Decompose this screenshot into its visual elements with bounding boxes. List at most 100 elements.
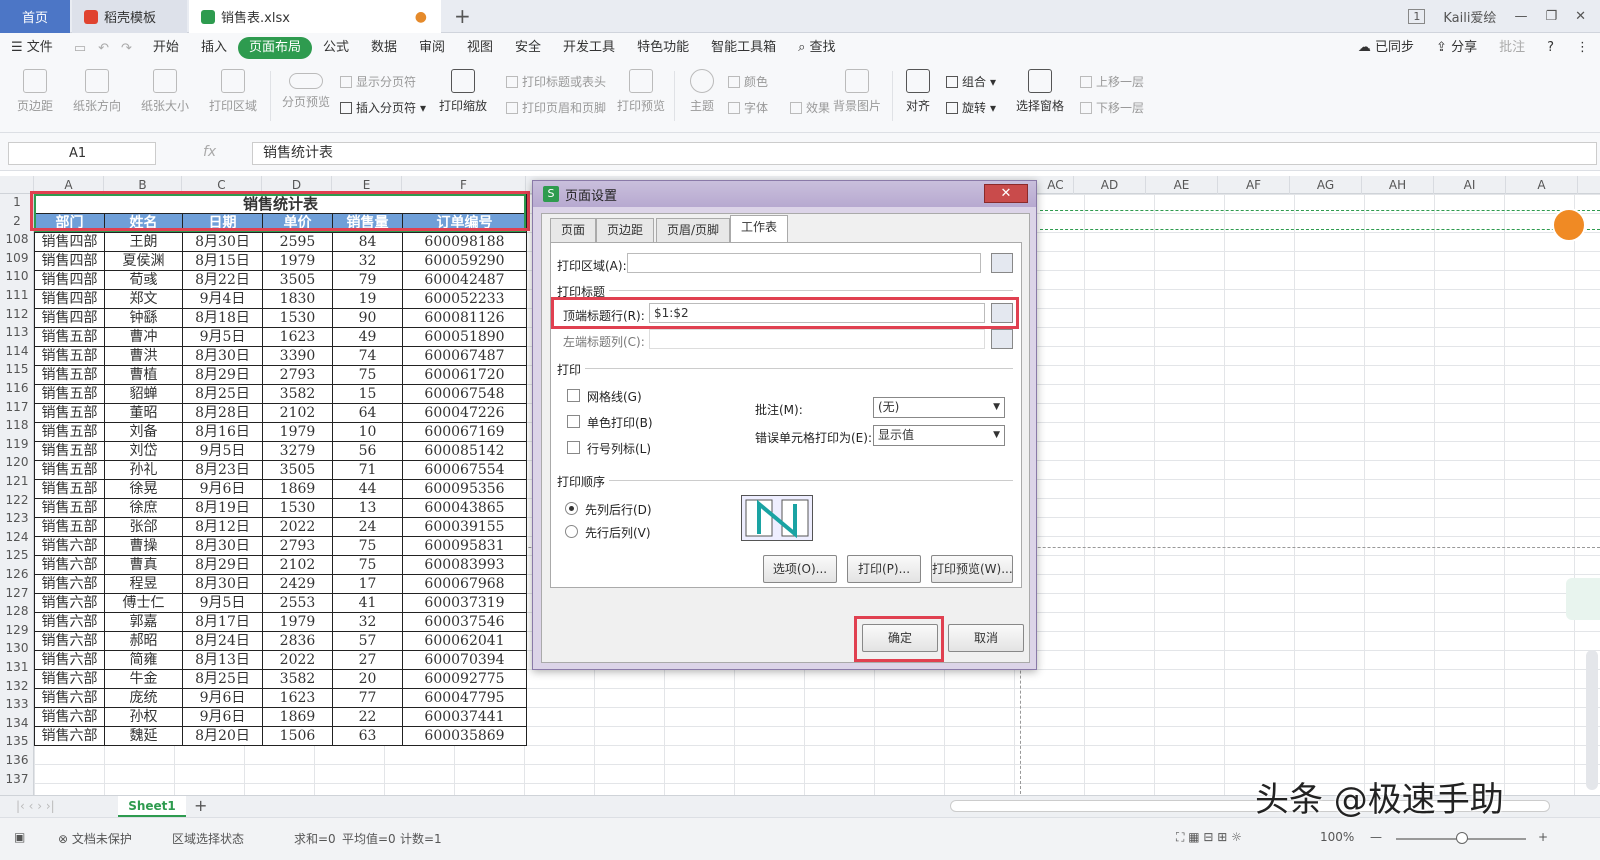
table-cell[interactable]: 2102 (262, 403, 333, 423)
table-cell[interactable]: 19 (332, 289, 403, 309)
table-cell[interactable]: 销售五部 (34, 327, 105, 347)
row-header[interactable]: 109 (0, 251, 34, 265)
sheet-nav-arrows-icon[interactable]: |‹ ‹ › ›| (16, 799, 55, 813)
table-cell[interactable]: 8月16日 (182, 422, 263, 442)
align-button[interactable]: 对齐 (898, 63, 938, 114)
table-cell[interactable]: 销售五部 (34, 384, 105, 404)
table-cell[interactable]: 销售六部 (34, 612, 105, 632)
table-cell[interactable]: 1979 (262, 612, 333, 632)
row-header[interactable]: 114 (0, 344, 34, 358)
table-cell[interactable]: 销售四部 (34, 289, 105, 309)
table-cell[interactable]: 郭嘉 (104, 612, 183, 632)
menu-security[interactable]: 安全 (504, 37, 552, 59)
table-cell[interactable]: 57 (332, 631, 403, 651)
table-cell[interactable]: 8月12日 (182, 517, 263, 537)
table-cell[interactable]: 1530 (262, 308, 333, 328)
table-cell[interactable]: 8月28日 (182, 403, 263, 423)
paper-size-button[interactable]: 纸张大小 (134, 63, 196, 114)
background-image-button[interactable]: 背景图片 (830, 63, 884, 114)
table-cell[interactable]: 曹冲 (104, 327, 183, 347)
print-button[interactable]: 打印(P)... (847, 555, 921, 583)
tab-page[interactable]: 页面 (550, 218, 597, 242)
protect-status[interactable]: ⊗ 文档未保护 (58, 830, 132, 847)
table-cell[interactable]: 徐晃 (104, 479, 183, 499)
table-cell[interactable]: 600039155 (402, 517, 527, 537)
col-header-aj[interactable]: A (1506, 176, 1578, 194)
table-cell[interactable]: 刘备 (104, 422, 183, 442)
table-cell[interactable]: 75 (332, 365, 403, 385)
tab-sales-xlsx[interactable]: 销售表.xlsx ● (189, 0, 441, 33)
table-cell[interactable]: 8月19日 (182, 498, 263, 518)
table-cell[interactable]: 2022 (262, 517, 333, 537)
sync-button[interactable]: ☁ 已同步 (1347, 37, 1425, 59)
table-cell[interactable]: 王朗 (104, 232, 183, 252)
table-cell[interactable]: 牛金 (104, 669, 183, 689)
table-cell[interactable]: 32 (332, 612, 403, 632)
table-cell[interactable]: 600067968 (402, 574, 527, 594)
table-cell[interactable]: 销售六部 (34, 574, 105, 594)
table-cell[interactable]: 9月6日 (182, 479, 263, 499)
table-cell[interactable]: 3582 (262, 669, 333, 689)
table-cell[interactable]: 3582 (262, 384, 333, 404)
table-cell[interactable]: 2102 (262, 555, 333, 575)
comments-select[interactable]: (无) (873, 397, 1005, 418)
table-cell[interactable]: 3390 (262, 346, 333, 366)
table-cell[interactable]: 销售六部 (34, 555, 105, 575)
row-header[interactable]: 116 (0, 381, 34, 395)
table-cell[interactable]: 8月25日 (182, 384, 263, 404)
errors-select[interactable]: 显示值 (873, 425, 1005, 446)
comment-button[interactable]: 批注 (1488, 37, 1536, 59)
table-cell[interactable]: 销售四部 (34, 270, 105, 290)
table-cell[interactable]: 27 (332, 650, 403, 670)
orientation-button[interactable]: 纸张方向 (66, 63, 128, 114)
table-cell[interactable]: 600047795 (402, 688, 527, 708)
bring-forward-button[interactable]: 上移一层 (1080, 73, 1144, 90)
group-button[interactable]: 组合 ▾ (946, 73, 996, 90)
zoom-slider-handle[interactable] (1456, 832, 1468, 844)
row-header[interactable]: 128 (0, 604, 34, 618)
table-cell[interactable]: 销售五部 (34, 479, 105, 499)
table-cell[interactable]: 77 (332, 688, 403, 708)
tab-docer-templates[interactable]: 稻壳模板 (72, 0, 187, 33)
table-cell[interactable]: 荀彧 (104, 270, 183, 290)
table-cell[interactable]: 2553 (262, 593, 333, 613)
row-header[interactable]: 129 (0, 623, 34, 637)
table-cell[interactable]: 徐庶 (104, 498, 183, 518)
table-cell[interactable]: 74 (332, 346, 403, 366)
zoom-in-icon[interactable]: + (1538, 830, 1548, 844)
file-menu[interactable]: ☰ 文件 (0, 37, 64, 59)
colors-button[interactable]: 颜色 (728, 73, 768, 90)
row-header[interactable]: 118 (0, 418, 34, 432)
table-cell[interactable]: 63 (332, 726, 403, 746)
table-cell[interactable]: 8月30日 (182, 574, 263, 594)
row-header[interactable]: 134 (0, 716, 34, 730)
table-cell[interactable]: 3505 (262, 270, 333, 290)
table-cell[interactable]: 销售五部 (34, 517, 105, 537)
table-cell[interactable]: 郑文 (104, 289, 183, 309)
theme-button[interactable]: 主题 (682, 63, 722, 114)
table-cell[interactable]: 1869 (262, 479, 333, 499)
left-cols-input[interactable] (649, 329, 985, 349)
vertical-scrollbar[interactable] (1586, 650, 1598, 790)
table-cell[interactable]: 钟繇 (104, 308, 183, 328)
row-header[interactable]: 110 (0, 269, 34, 283)
table-cell[interactable]: 程昱 (104, 574, 183, 594)
row-header[interactable]: 117 (0, 400, 34, 414)
table-cell[interactable]: 8月15日 (182, 251, 263, 271)
table-cell[interactable]: 600062041 (402, 631, 527, 651)
send-backward-button[interactable]: 下移一层 (1080, 99, 1144, 116)
tab-home[interactable]: 首页 (0, 0, 70, 33)
tab-margins[interactable]: 页边距 (596, 218, 655, 242)
table-cell[interactable]: 600043865 (402, 498, 527, 518)
table-cell[interactable]: 24 (332, 517, 403, 537)
table-cell[interactable]: 600037441 (402, 707, 527, 727)
table-cell[interactable]: 销售四部 (34, 232, 105, 252)
table-cell[interactable]: 75 (332, 536, 403, 556)
table-cell[interactable]: 曹操 (104, 536, 183, 556)
table-cell[interactable]: 9月6日 (182, 707, 263, 727)
menu-formula[interactable]: 公式 (312, 37, 360, 59)
table-cell[interactable]: 销售六部 (34, 536, 105, 556)
row-header[interactable]: 113 (0, 325, 34, 339)
table-cell[interactable]: 魏延 (104, 726, 183, 746)
table-cell[interactable]: 1869 (262, 707, 333, 727)
